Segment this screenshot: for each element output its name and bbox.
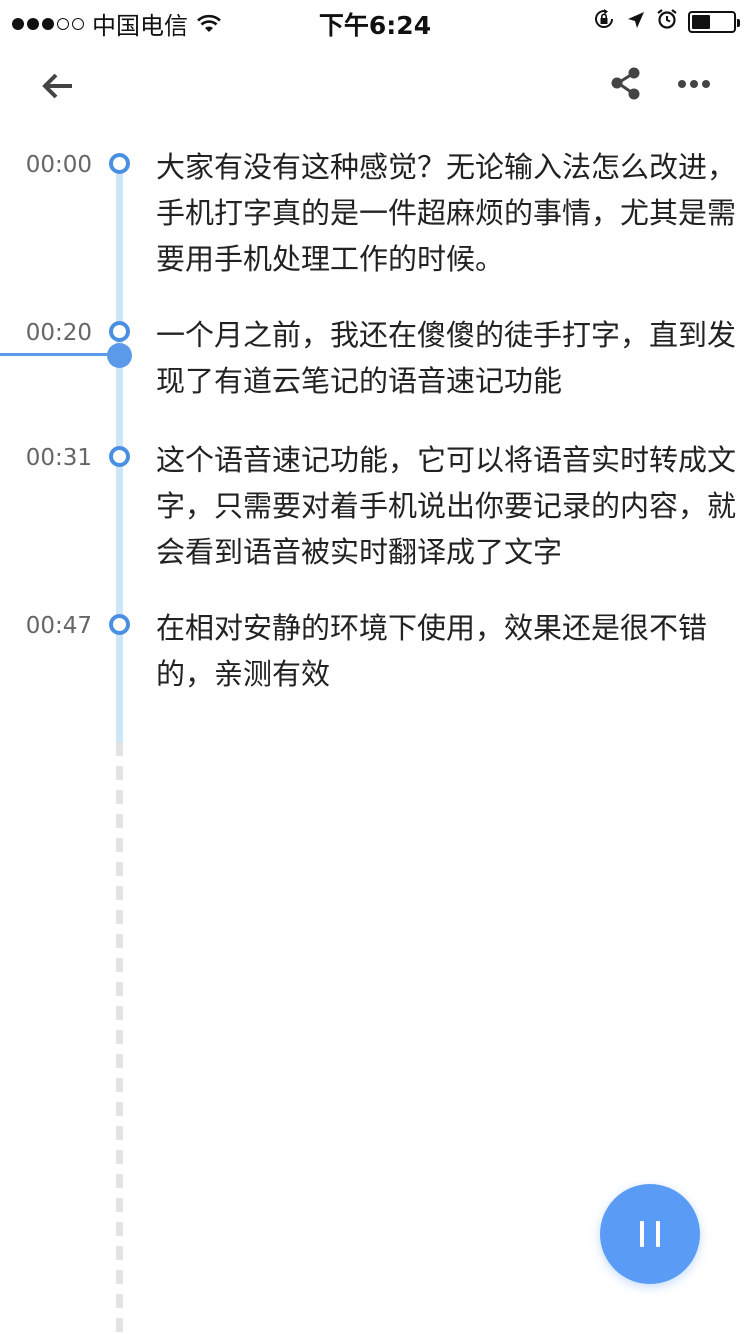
entry-timestamp[interactable]: 00:20 (0, 320, 92, 346)
battery-icon (688, 11, 740, 33)
timeline-node[interactable] (109, 321, 130, 342)
transcript-text[interactable]: 一个月之前，我还在傻傻的徒手打字，直到发现了有道云笔记的语音速记功能 (156, 312, 736, 404)
share-icon (611, 67, 640, 100)
more-horizontal-icon (678, 80, 710, 88)
entry-timestamp[interactable]: 00:31 (0, 445, 92, 471)
alarm-icon (656, 8, 678, 36)
toolbar (0, 56, 750, 116)
timeline-node[interactable] (109, 153, 130, 174)
playback-progress-line (0, 353, 120, 356)
battery-level (692, 15, 710, 29)
orientation-lock-icon (592, 7, 616, 37)
playback-progress-handle[interactable] (107, 343, 132, 368)
location-icon (626, 8, 646, 36)
transcript-text[interactable]: 在相对安静的环境下使用，效果还是很不错的，亲测有效 (156, 605, 736, 697)
entry-timestamp[interactable]: 00:47 (0, 613, 92, 639)
timeline-node[interactable] (109, 614, 130, 635)
timeline-node[interactable] (109, 446, 130, 467)
status-bar: 中国电信 下午6:24 (0, 0, 750, 40)
back-button[interactable] (38, 66, 78, 106)
more-button[interactable] (674, 64, 714, 104)
transcript-text[interactable]: 大家有没有这种感觉？无论输入法怎么改进，手机打字真的是一件超麻烦的事情，尤其是需… (156, 144, 736, 282)
transcript-text[interactable]: 这个语音速记功能，它可以将语音实时转成文字，只需要对着手机说出你要记录的内容，就… (156, 437, 736, 575)
status-right (592, 7, 740, 37)
pause-button[interactable] (600, 1184, 700, 1284)
entry-timestamp[interactable]: 00:00 (0, 152, 92, 178)
share-button[interactable] (606, 64, 646, 104)
arrow-left-icon (42, 73, 72, 99)
timeline-track-pending (116, 742, 123, 1334)
